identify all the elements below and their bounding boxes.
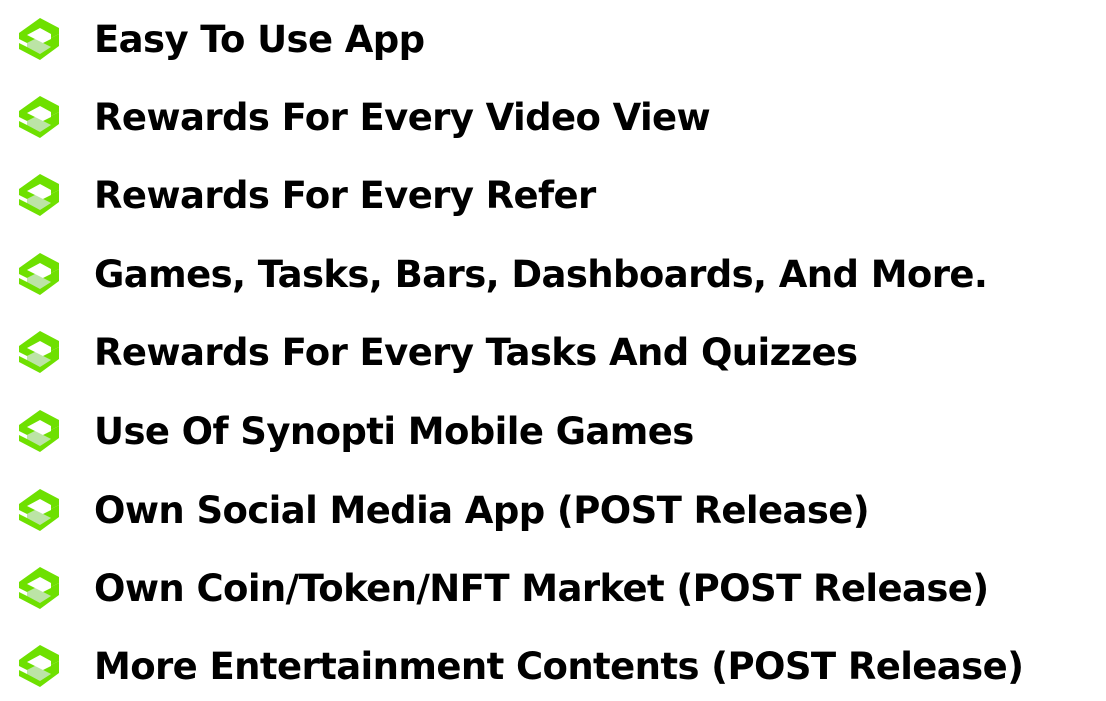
feature-item-2: Rewards For Every Video View [0,88,1106,148]
feature-label: Games, Tasks, Bars, Dashboards, And More… [94,253,988,296]
feature-item-1: Easy To Use App [0,10,1106,70]
green-s-shape-icon [16,16,62,62]
green-s-shape-icon [16,565,62,611]
feature-list: Easy To Use App Rewards For Every Video … [0,0,1106,701]
green-s-shape-icon [16,329,62,375]
feature-label: Rewards For Every Video View [94,96,711,139]
green-s-shape-icon [16,251,62,297]
feature-item-5: Rewards For Every Tasks And Quizzes [0,323,1106,383]
feature-item-4: Games, Tasks, Bars, Dashboards, And More… [0,245,1106,305]
feature-item-8: Own Coin/Token/NFT Market (POST Release) [0,559,1106,619]
feature-label: Use Of Synopti Mobile Games [94,410,694,453]
feature-item-9: More Entertainment Contents (POST Releas… [0,637,1106,697]
feature-item-7: Own Social Media App (POST Release) [0,481,1106,541]
green-s-shape-icon [16,172,62,218]
green-s-shape-icon [16,643,62,689]
feature-label: Rewards For Every Tasks And Quizzes [94,331,858,374]
green-s-shape-icon [16,94,62,140]
feature-label: Easy To Use App [94,18,425,61]
green-s-shape-icon [16,408,62,454]
feature-item-3: Rewards For Every Refer [0,166,1106,226]
feature-item-6: Use Of Synopti Mobile Games [0,402,1106,462]
feature-label: More Entertainment Contents (POST Releas… [94,645,1024,688]
feature-label: Own Social Media App (POST Release) [94,489,870,532]
feature-label: Own Coin/Token/NFT Market (POST Release) [94,567,989,610]
green-s-shape-icon [16,487,62,533]
feature-label: Rewards For Every Refer [94,174,596,217]
